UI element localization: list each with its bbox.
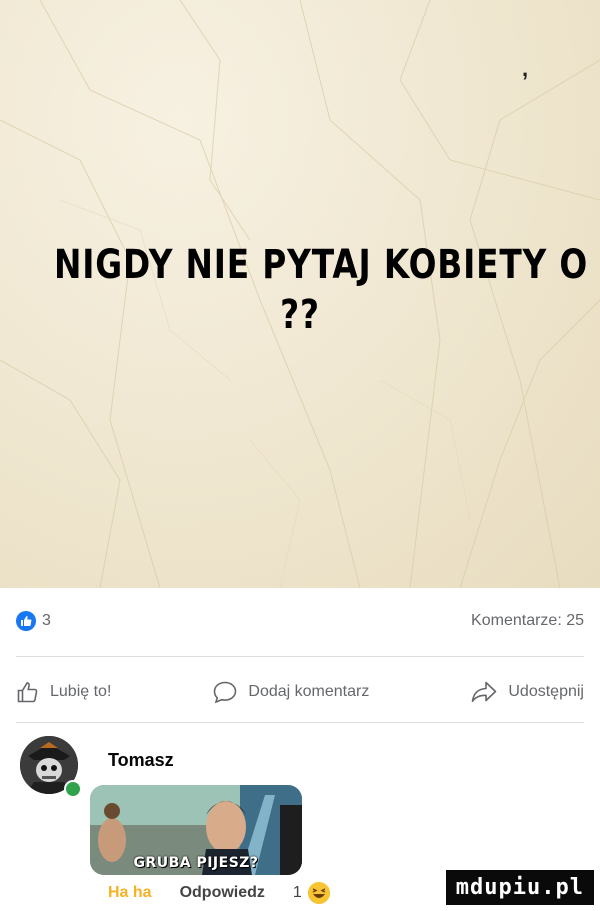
- reply-button[interactable]: Odpowiedz: [180, 884, 265, 902]
- reaction-count[interactable]: 1: [293, 884, 302, 902]
- comment-button[interactable]: Dodaj komentarz: [212, 680, 369, 704]
- stray-comma: ,: [522, 56, 529, 81]
- like-count[interactable]: 3: [42, 612, 51, 630]
- divider: [16, 656, 584, 657]
- comment-actions: Ha ha Odpowiedz 1: [108, 882, 330, 904]
- share-button[interactable]: Udostępnij: [470, 680, 584, 704]
- divider: [16, 722, 584, 723]
- online-status-indicator: [64, 780, 82, 798]
- like-label: Lubię to!: [50, 683, 112, 700]
- like-button[interactable]: Lubię to!: [16, 680, 111, 704]
- share-arrow-icon: [472, 681, 497, 702]
- post-headline-line1: NIGDY NIE PYTAJ KOBIETY O ...: [54, 242, 600, 288]
- laughing-emoji-icon[interactable]: [307, 882, 330, 904]
- post-headline-line2: ??: [280, 292, 320, 338]
- haha-reaction-button[interactable]: Ha ha: [108, 884, 152, 902]
- thumbs-up-icon: [17, 682, 38, 703]
- post-actions-bar: Lubię to! Dodaj komentarz Udostępnij: [16, 672, 584, 712]
- comment-author[interactable]: Tomasz: [108, 750, 174, 771]
- gif-caption: GRUBA PIJESZ?: [133, 855, 259, 871]
- like-badge-icon[interactable]: [16, 611, 36, 631]
- watermark-logo: mdupiu.pl: [445, 870, 594, 905]
- comment-count[interactable]: Komentarze: 25: [471, 612, 584, 630]
- comment-label: Dodaj komentarz: [248, 683, 370, 700]
- comment-gif[interactable]: GRUBA PIJESZ?: [90, 785, 302, 875]
- comment-bubble-icon: [214, 681, 237, 704]
- post-stats: 3 Komentarze: 25: [16, 608, 584, 634]
- share-label: Udostępnij: [508, 683, 584, 700]
- post-image[interactable]: , NIGDY NIE PYTAJ KOBIETY O ... ??: [0, 0, 600, 588]
